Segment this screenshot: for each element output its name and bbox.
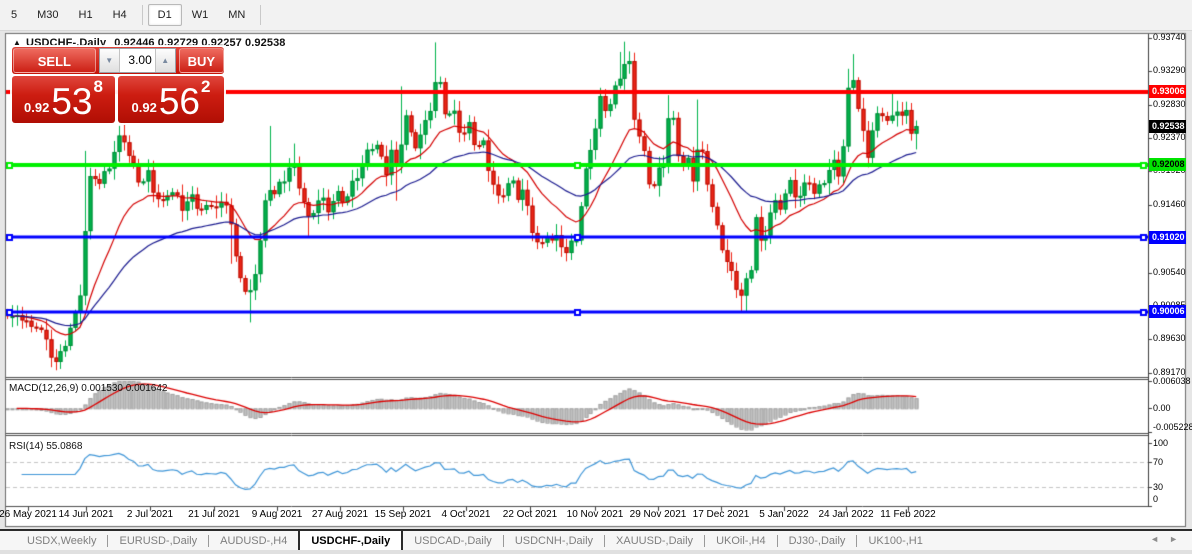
timeframe-button-m30[interactable]: M30 (27, 4, 68, 26)
toolbar-divider (260, 5, 262, 25)
price-badge: 0.93006 (1149, 85, 1186, 99)
macd-label: MACD(12,26,9) 0.001530 0.001642 (9, 383, 168, 394)
timeframe-button-h1[interactable]: H1 (69, 4, 103, 26)
date-label: 15 Sep 2021 (374, 509, 432, 520)
macd-axis-label: 0.006038 (1153, 376, 1191, 386)
buy-price-prefix: 0.92 (131, 100, 157, 115)
volume-decrease-button[interactable]: ▼ (99, 49, 120, 72)
rsi-axis-label: 100 (1153, 438, 1169, 449)
timeframe-button-w1[interactable]: W1 (182, 4, 219, 26)
buy-button[interactable]: BUY (178, 48, 224, 73)
date-label: 26 May 2021 (0, 509, 57, 520)
buy-price-big: 56 (158, 81, 200, 122)
bottom-strip (0, 550, 1192, 554)
volume-input[interactable]: 3.00 (119, 49, 155, 72)
sell-price-big: 53 (51, 81, 93, 122)
price-axis-label: 0.93740 (1153, 32, 1186, 42)
buy-price-pip: 2 (201, 77, 211, 96)
date-label: 27 Aug 2021 (311, 509, 369, 520)
date-label: 24 Jan 2022 (818, 509, 874, 520)
down-arrow-icon: ▼ (105, 56, 114, 65)
timeframe-button-5[interactable]: 5 (1, 4, 27, 26)
up-arrow-icon: ▲ (161, 56, 170, 65)
quote-price-tiles: 0.92 53 8 0.92 56 2 (12, 76, 224, 123)
price-badge: 0.90006 (1149, 305, 1186, 319)
price-axis-label: 0.92370 (1153, 132, 1186, 143)
tab-usdcnh-daily[interactable]: USDCNH-,Daily (504, 531, 604, 550)
buy-price-tile[interactable]: 0.92 56 2 (118, 76, 224, 123)
tab-scroll-right-icon[interactable]: ► (1169, 534, 1188, 544)
timeframe-button-mn[interactable]: MN (218, 4, 255, 26)
timeframe-toolbar: 5 M30 H1 H4 D1 W1 MN (0, 0, 1192, 31)
date-label: 4 Oct 2021 (441, 509, 491, 520)
one-click-trading-panel: SELL ▼ 3.00 ▲ BUY 0.92 53 8 0.92 56 2 (10, 45, 226, 125)
rsi-axis-label: 70 (1153, 457, 1164, 467)
date-label: 17 Dec 2021 (692, 509, 750, 520)
date-label: 21 Jul 2021 (188, 509, 240, 520)
price-axis-label: 0.90540 (1153, 266, 1186, 277)
date-label: 10 Nov 2021 (566, 509, 624, 520)
tab-scroll-arrows: ◄► (1150, 534, 1188, 544)
date-label: 22 Oct 2021 (502, 509, 558, 520)
rsi-axis-label: 0 (1153, 494, 1159, 504)
tab-scroll-left-icon[interactable]: ◄ (1150, 534, 1169, 544)
tab-xauusd-daily[interactable]: XAUUSD-,Daily (605, 531, 704, 550)
sell-price-tile[interactable]: 0.92 53 8 (12, 76, 115, 123)
price-axis-label: 0.89630 (1153, 333, 1186, 344)
tab-dj30-daily[interactable]: DJ30-,Daily (778, 531, 857, 550)
toolbar-divider (141, 5, 143, 25)
macd-axis-label: -0.005228 (1153, 422, 1192, 432)
date-label: 5 Jan 2022 (759, 509, 809, 520)
price-axis-label: 0.91460 (1153, 199, 1186, 210)
tab-usdcad-daily[interactable]: USDCAD-,Daily (403, 531, 503, 550)
price-badge: 0.92008 (1149, 158, 1186, 172)
date-label: 9 Aug 2021 (251, 509, 303, 520)
macd-axis-label: 0.00 (1153, 403, 1171, 414)
timeframe-button-d1[interactable]: D1 (147, 4, 182, 26)
date-label: 29 Nov 2021 (629, 509, 687, 520)
tab-uk100-h1[interactable]: UK100-,H1 (857, 531, 933, 550)
volume-increase-button[interactable]: ▲ (154, 49, 175, 72)
date-label: 14 Jun 2021 (58, 509, 114, 520)
tab-usdchf-daily[interactable]: USDCHF-,Daily (298, 529, 404, 550)
date-label: 11 Feb 2022 (880, 509, 936, 520)
tab-eurusd-daily[interactable]: EURUSD-,Daily (108, 531, 208, 550)
price-badge: 0.92538 (1149, 119, 1186, 133)
rsi-label: RSI(14) 55.0868 (9, 441, 83, 452)
symbol-tab-bar: USDX,Weekly EURUSD-,Daily AUDUSD-,H4 USDCHF… (0, 529, 1192, 550)
sell-price-prefix: 0.92 (24, 100, 50, 115)
timeframe-button-h4[interactable]: H4 (103, 4, 137, 26)
tab-ukoil-h4[interactable]: UKOil-,H4 (705, 531, 777, 550)
rsi-axis-label: 30 (1153, 482, 1164, 492)
price-axis-label: 0.93290 (1153, 64, 1186, 75)
price-axis-label: 0.92830 (1153, 98, 1186, 109)
tab-usdx-weekly[interactable]: USDX,Weekly (16, 531, 107, 550)
quote-button-row: SELL ▼ 3.00 ▲ BUY (12, 47, 224, 74)
volume-stepper: ▼ 3.00 ▲ (98, 48, 176, 73)
date-label: 2 Jul 2021 (126, 509, 174, 520)
price-badge: 0.91020 (1149, 230, 1186, 244)
sell-price-pip: 8 (93, 77, 103, 96)
sell-button[interactable]: SELL (13, 48, 96, 73)
tab-audusd-h4[interactable]: AUDUSD-,H4 (209, 531, 298, 550)
